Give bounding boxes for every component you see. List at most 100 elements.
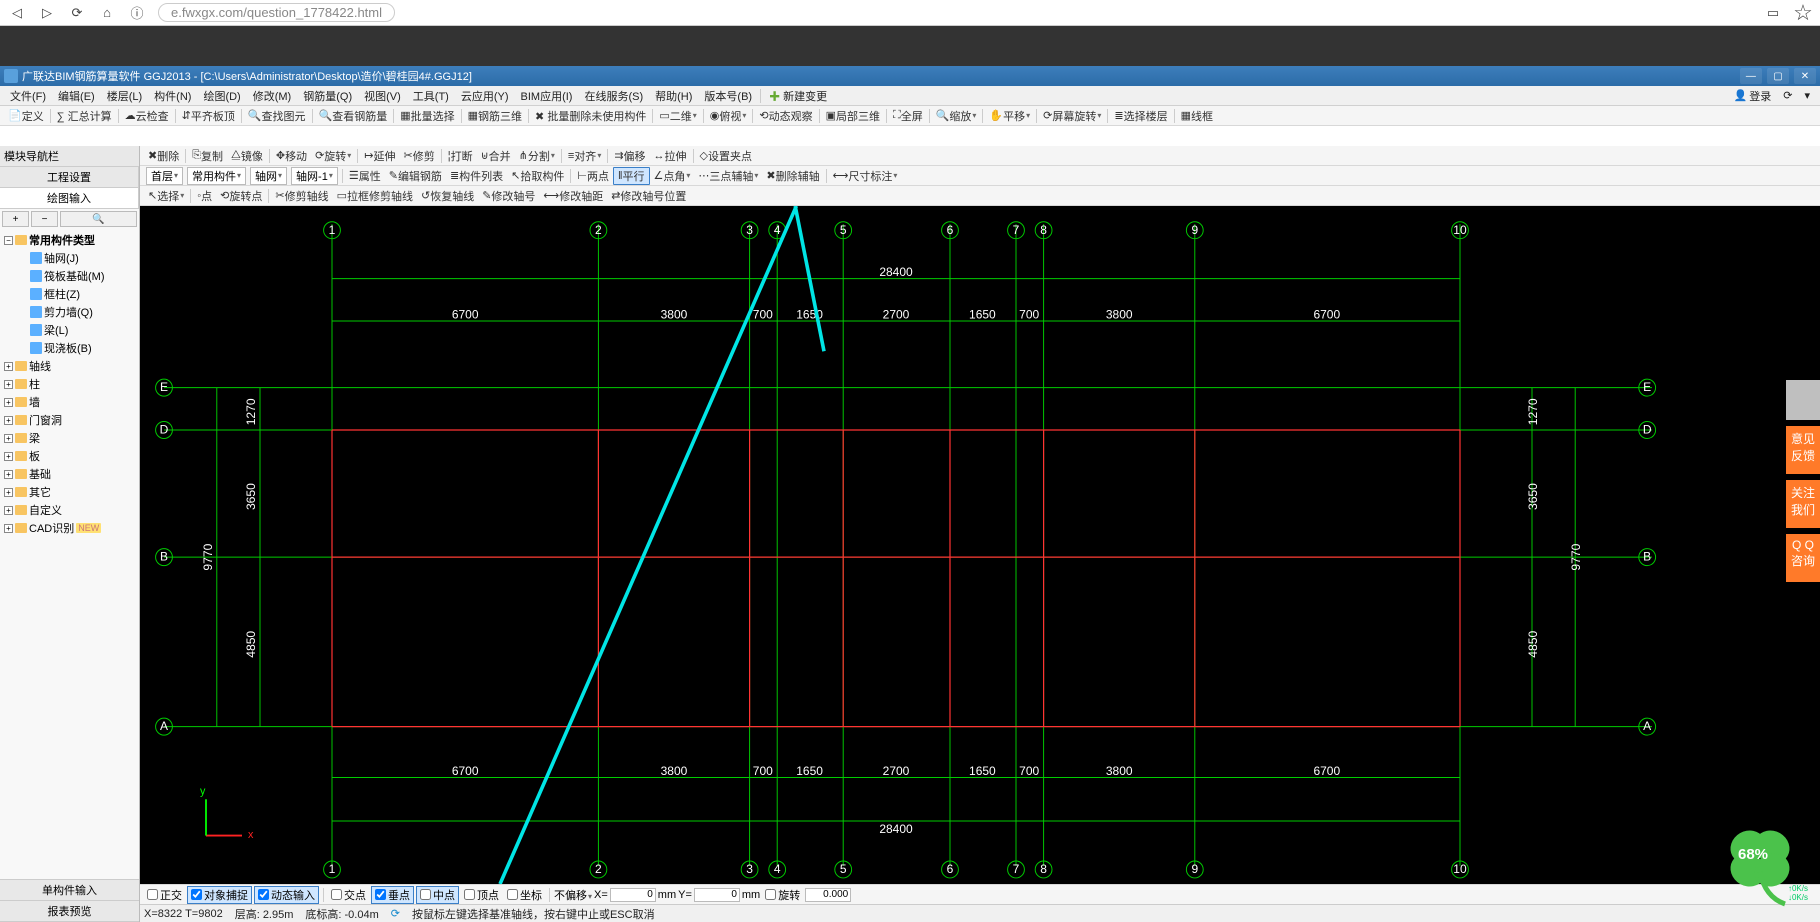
btn-pointangle[interactable]: ∠ 点角 (650, 168, 695, 184)
tb-rebar3d[interactable]: ▦ 钢筋三维 (464, 108, 526, 124)
tb-zoom[interactable]: 🔍 缩放 (932, 108, 981, 124)
qq-button[interactable]: Q Q咨询 (1786, 534, 1820, 582)
reload-icon[interactable]: ⟳ (68, 4, 86, 22)
tree-cad[interactable]: CAD识别 (29, 520, 74, 536)
btn-parallel[interactable]: ‖ 平行 (613, 167, 650, 185)
scroll-top-button[interactable] (1786, 380, 1820, 420)
follow-button[interactable]: 关注我们 (1786, 480, 1820, 528)
btn-complist[interactable]: ≣ 构件列表 (446, 168, 507, 184)
menu-help[interactable]: 帮助(H) (649, 88, 698, 104)
tb-full[interactable]: ⛶ 全屏 (889, 108, 927, 124)
chk-vertex[interactable]: 顶点 (461, 887, 502, 903)
perf-widget[interactable]: 68% ↑0K/s↓0K/s (1710, 812, 1810, 912)
tb-viewrebar[interactable]: 🔍 查看钢筋量 (315, 108, 392, 124)
tb-cloudcheck[interactable]: ☁ 云检查 (121, 108, 173, 124)
edit-move[interactable]: ✥ 移动 (272, 148, 311, 164)
menu-online[interactable]: 在线服务(S) (578, 88, 649, 104)
tb-2d[interactable]: ▭ 二维 (655, 108, 700, 124)
btn-twopoint[interactable]: ⊢ 两点 (573, 168, 613, 184)
close-button[interactable]: ✕ (1794, 68, 1816, 84)
edit-align[interactable]: ≡ 对齐 (564, 148, 605, 164)
btn-threepoint[interactable]: ⋯ 三点辅轴 (694, 168, 762, 184)
tree-folder[interactable]: 门窗洞 (29, 412, 62, 428)
sel-point[interactable]: ◦ 点 (193, 188, 216, 204)
tb-pan[interactable]: ✋ 平移 (985, 108, 1034, 124)
tree-folder[interactable]: 梁 (29, 430, 40, 446)
tb-define[interactable]: 📄 定义 (4, 108, 48, 124)
edit-split[interactable]: ⋔ 分割 (515, 148, 559, 164)
url-bar[interactable]: e.fwxgx.com/question_1778422.html (158, 3, 395, 22)
home-icon[interactable]: ⌂ (98, 4, 116, 22)
back-icon[interactable]: ◁ (8, 4, 26, 22)
tab-report[interactable]: 报表预览 (0, 901, 139, 922)
drawing-canvas[interactable]: 12345678910 12345678910 EDBA EDBA 28400 … (140, 206, 1820, 884)
tree-search-button[interactable]: 🔍 (60, 211, 137, 227)
chk-osnap[interactable]: 对象捕捉 (187, 886, 252, 904)
combo-floor[interactable]: 首层 (146, 167, 183, 185)
btn-editrebar[interactable]: ✎ 编辑钢筋 (385, 168, 446, 184)
tb-flush[interactable]: ⇵ 平齐板顶 (178, 108, 239, 124)
tree-folder[interactable]: 自定义 (29, 502, 62, 518)
sel-moddist[interactable]: ⟷ 修改轴距 (539, 188, 607, 204)
chk-coord[interactable]: 坐标 (504, 887, 545, 903)
menu-edit[interactable]: 编辑(E) (52, 88, 101, 104)
tb-local3d[interactable]: ▣ 局部三维 (822, 108, 884, 124)
tree-beam[interactable]: 梁(L) (44, 322, 68, 338)
menu-file[interactable]: 文件(F) (4, 88, 52, 104)
maximize-button[interactable]: ▢ (1767, 68, 1789, 84)
sel-select[interactable]: ↖ 选择 (144, 188, 188, 204)
rot-input[interactable] (805, 888, 851, 902)
btn-delaux[interactable]: ✖ 删除辅轴 (762, 168, 823, 184)
menu-cloud[interactable]: 云应用(Y) (455, 88, 515, 104)
tb-top[interactable]: ◉ 俯视 (706, 108, 751, 124)
tree-axis-grid[interactable]: 轴网(J) (44, 250, 79, 266)
chk-mid[interactable]: 中点 (416, 886, 459, 904)
edit-mirror[interactable]: ⧋ 镜像 (227, 148, 267, 164)
login-button[interactable]: 👤 登录 (1728, 88, 1778, 104)
tree-folder[interactable]: 其它 (29, 484, 51, 500)
edit-delete[interactable]: ✖ 删除 (144, 148, 183, 164)
combo-category[interactable]: 常用构件 (187, 167, 246, 185)
edit-copy[interactable]: ⎘ 复制 (188, 148, 227, 164)
feedback-button[interactable]: 意见反馈 (1786, 426, 1820, 474)
tab-project[interactable]: 工程设置 (0, 167, 139, 187)
chk-intersect[interactable]: 交点 (328, 887, 369, 903)
tb-wire[interactable]: ▦ 线框 (1177, 108, 1217, 124)
sel-modnum[interactable]: ✎ 修改轴号 (478, 188, 539, 204)
tree-folder[interactable]: 基础 (29, 466, 51, 482)
edit-merge[interactable]: ⊎ 合并 (477, 148, 515, 164)
new-change-button[interactable]: ✚ 新建变更 (763, 88, 833, 104)
edit-extend[interactable]: ↦ 延伸 (360, 148, 399, 164)
btn-pick[interactable]: ↖ 拾取构件 (507, 168, 568, 184)
menu-tool[interactable]: 工具(T) (407, 88, 455, 104)
tree-expand-button[interactable]: + (2, 211, 29, 227)
tb-orbit[interactable]: ⟲ 动态观察 (755, 108, 816, 124)
tree-framecol[interactable]: 框柱(Z) (44, 286, 80, 302)
edit-offset[interactable]: ⇉ 偏移 (610, 148, 649, 164)
menu-modify[interactable]: 修改(M) (247, 88, 298, 104)
tree-folder[interactable]: 墙 (29, 394, 40, 410)
chk-dyninput[interactable]: 动态输入 (254, 886, 319, 904)
component-tree[interactable]: −常用构件类型 轴网(J) 筏板基础(M) 框柱(Z) 剪力墙(Q) 梁(L) … (0, 229, 139, 879)
tree-slab[interactable]: 现浇板(B) (44, 340, 92, 356)
edit-stretch[interactable]: ↔ 拉伸 (650, 148, 691, 164)
tree-folder[interactable]: 板 (29, 448, 40, 464)
tree-raft[interactable]: 筏板基础(M) (44, 268, 105, 284)
menu-view[interactable]: 视图(V) (358, 88, 407, 104)
menu-rebar[interactable]: 钢筋量(Q) (297, 88, 358, 104)
menu-floor[interactable]: 楼层(L) (101, 88, 148, 104)
tb-deluncomp[interactable]: ✖ 批量删除未使用构件 (531, 108, 650, 124)
y-input[interactable] (694, 888, 740, 902)
tree-root[interactable]: 常用构件类型 (29, 232, 95, 248)
info-icon[interactable]: ⓘ (128, 4, 146, 22)
chk-ortho[interactable]: 正交 (144, 887, 185, 903)
sel-modpos[interactable]: ⇄ 修改轴号位置 (607, 188, 690, 204)
tab-single-input[interactable]: 单构件输入 (0, 880, 139, 901)
chk-rotate[interactable]: 旋转 (762, 887, 803, 903)
offset-mode[interactable]: 不偏移 (554, 887, 592, 903)
tab-draw[interactable]: 绘图输入 (0, 188, 139, 208)
btn-dimension[interactable]: ⟷ 尺寸标注 (829, 168, 902, 184)
chk-perp[interactable]: 垂点 (371, 886, 414, 904)
tb-batchsel[interactable]: ▦ 批量选择 (396, 108, 458, 124)
edit-rotate[interactable]: ⟳ 旋转 (311, 148, 355, 164)
